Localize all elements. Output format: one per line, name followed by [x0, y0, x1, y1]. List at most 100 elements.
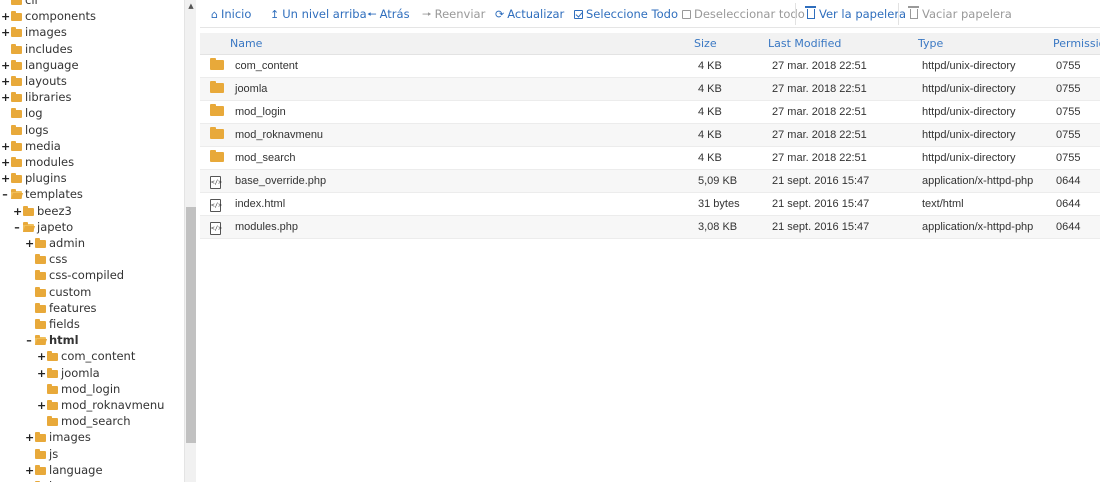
file-name[interactable]: base_override.php [235, 170, 326, 192]
expand-toggle-icon[interactable]: + [37, 398, 46, 414]
reload-label: Actualizar [507, 7, 565, 21]
expand-toggle-icon[interactable]: + [37, 366, 46, 382]
tree-item[interactable]: + libraries [1, 89, 71, 105]
tree-item[interactable]: js [33, 446, 58, 462]
tree-item[interactable]: + mod_roknavmenu [37, 397, 164, 413]
view-trash-button[interactable]: Ver la papelera [805, 6, 907, 22]
empty-trash-button[interactable]: Vaciar papelera [908, 6, 1012, 22]
expand-toggle-icon[interactable]: + [1, 171, 10, 187]
tree-item[interactable]: mod_search [45, 413, 131, 429]
tree-item-label: japeto [37, 219, 74, 234]
back-button[interactable]: 🠔 Atrás [367, 6, 410, 22]
tree-item[interactable]: custom [33, 284, 91, 300]
tree-item[interactable]: + language [25, 462, 103, 478]
tree-item[interactable]: + admin [25, 235, 85, 251]
table-row[interactable]: joomla 4 KB 27 mar. 2018 22:51 httpd/unix-d… [200, 78, 1100, 101]
tree-item[interactable]: + com_content [37, 348, 135, 364]
tree-item[interactable]: css [33, 251, 67, 267]
tree-item[interactable]: + joomla [37, 365, 100, 381]
folder-icon [11, 140, 22, 151]
tree-item-label: plugins [25, 171, 67, 186]
tree-item[interactable]: logs [9, 122, 49, 138]
tree-item[interactable]: + components [1, 8, 96, 24]
tree-item[interactable]: – templates [1, 186, 83, 202]
scroll-up-arrow-icon[interactable]: ▲ [185, 0, 197, 12]
up-level-button[interactable]: ↥ Un nivel arriba [270, 6, 367, 22]
file-name[interactable]: com_content [235, 55, 298, 77]
file-type: application/x-httpd-php [922, 221, 1034, 233]
folder-icon [47, 400, 58, 410]
file-toolbar: ⌂ Inicio ↥ Un nivel arriba 🠔 Atrás 🠖 Reenvia… [200, 0, 1100, 28]
tree-item-label: components [25, 9, 97, 24]
expand-toggle-icon[interactable]: + [1, 90, 10, 106]
tree-item[interactable]: + beez3 [13, 203, 72, 219]
tree-item[interactable]: log [9, 105, 43, 121]
reload-button[interactable]: ⟳ Actualizar [495, 6, 564, 22]
file-size: 4 KB [698, 129, 722, 141]
forward-button[interactable]: 🠖 Reenviar [422, 6, 485, 22]
file-size: 4 KB [698, 106, 722, 118]
deselect-all-button[interactable]: Deseleccionar todo [682, 6, 805, 22]
tree-item[interactable]: css-compiled [33, 267, 124, 283]
table-row[interactable]: </> modules.php 3,08 KB 21 sept. 2016 15:47… [200, 216, 1100, 239]
folder-icon [35, 286, 46, 297]
tree-item[interactable]: cli [9, 0, 38, 8]
expand-toggle-icon[interactable]: + [1, 155, 10, 171]
tree-item[interactable]: + modules [1, 154, 74, 170]
folder-icon [11, 27, 22, 38]
collapse-toggle-icon[interactable]: – [1, 187, 9, 203]
folder-icon [11, 108, 22, 119]
file-name[interactable]: modules.php [235, 216, 298, 238]
expand-toggle-icon[interactable]: + [25, 236, 34, 252]
scroll-thumb[interactable] [186, 207, 196, 443]
table-row[interactable]: com_content 4 KB 27 mar. 2018 22:51 httpd/u… [200, 55, 1100, 78]
file-name[interactable]: mod_roknavmenu [235, 124, 323, 146]
expand-toggle-icon[interactable]: + [1, 9, 10, 25]
file-name[interactable]: joomla [235, 78, 267, 100]
tree-item[interactable]: mod_login [45, 381, 120, 397]
tree-item[interactable]: + plugins [1, 170, 67, 186]
tree-item-label: joomla [61, 365, 100, 380]
tree-item[interactable]: includes [9, 41, 73, 57]
expand-toggle-icon[interactable]: + [1, 139, 10, 155]
expand-toggle-icon[interactable]: + [1, 58, 10, 74]
file-name[interactable]: mod_search [235, 147, 296, 169]
file-name[interactable]: mod_login [235, 101, 286, 123]
tree-item[interactable]: + layouts [1, 73, 67, 89]
column-header-modified[interactable]: Last Modified [768, 33, 841, 55]
expand-toggle-icon[interactable]: + [25, 430, 34, 446]
expand-toggle-icon[interactable]: + [13, 204, 22, 220]
tree-item[interactable]: – japeto [13, 219, 73, 235]
expand-toggle-icon[interactable]: + [37, 349, 46, 365]
folder-icon [11, 92, 22, 103]
expand-toggle-icon[interactable]: + [25, 463, 34, 479]
select-all-button[interactable]: Seleccione Todo [574, 6, 678, 22]
view-trash-label: Ver la papelera [819, 7, 907, 21]
tree-item[interactable]: features [33, 300, 97, 316]
table-row[interactable]: mod_login 4 KB 27 mar. 2018 22:51 httpd/uni… [200, 101, 1100, 124]
column-header-name[interactable]: Name [230, 33, 262, 55]
folder-icon [35, 319, 46, 329]
table-row[interactable]: mod_roknavmenu 4 KB 27 mar. 2018 22:51 http… [200, 124, 1100, 147]
collapse-toggle-icon[interactable]: – [13, 220, 21, 236]
table-row[interactable]: </> base_override.php 5,09 KB 21 sept. 2016… [200, 170, 1100, 193]
column-header-permissions[interactable]: Permissions [1053, 33, 1100, 55]
tree-item[interactable]: + media [1, 138, 61, 154]
tree-item[interactable]: – html [25, 332, 78, 349]
tree-item[interactable]: fields [33, 316, 80, 332]
column-header-size[interactable]: Size [694, 33, 717, 55]
table-row[interactable]: mod_search 4 KB 27 mar. 2018 22:51 httpd/un… [200, 147, 1100, 170]
file-permissions: 0755 [1056, 106, 1081, 118]
tree-item[interactable]: +less [25, 478, 71, 482]
tree-item[interactable]: + images [25, 429, 91, 445]
collapse-toggle-icon[interactable]: – [25, 333, 33, 349]
expand-toggle-icon[interactable]: + [1, 74, 10, 90]
tree-item[interactable]: + images [1, 24, 67, 40]
tree-scrollbar[interactable]: ▲ [184, 0, 196, 482]
home-button[interactable]: ⌂ Inicio [211, 6, 251, 22]
expand-toggle-icon[interactable]: + [1, 25, 10, 41]
column-header-type[interactable]: Type [918, 33, 943, 55]
table-row[interactable]: </> index.html 31 bytes 21 sept. 2016 15:47… [200, 193, 1100, 216]
file-name[interactable]: index.html [235, 193, 285, 215]
tree-item[interactable]: + language [1, 57, 79, 73]
